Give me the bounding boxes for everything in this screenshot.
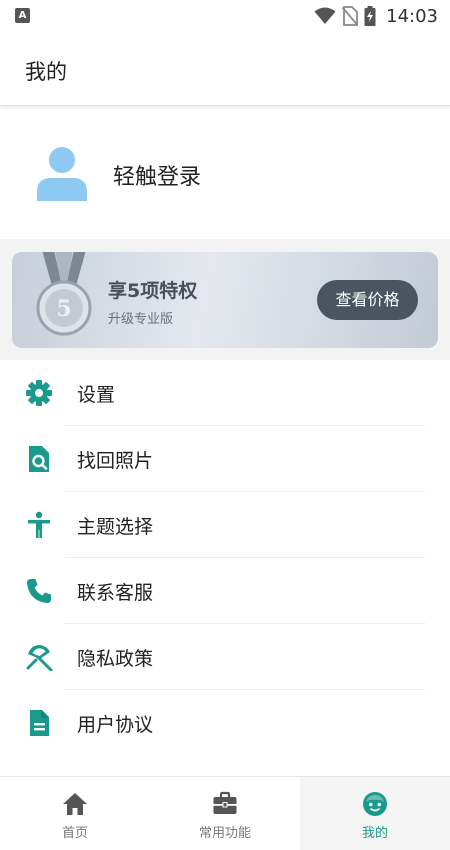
menu-label: 用户协议 xyxy=(77,714,154,736)
bottom-nav: 首页 常用功能 我的 xyxy=(0,776,450,850)
vip-card[interactable]: 5 享5项特权 升级专业版 查看价格 xyxy=(12,252,438,348)
nav-item-home[interactable]: 首页 xyxy=(0,777,150,850)
briefcase-icon xyxy=(213,791,237,814)
menu-label: 隐私政策 xyxy=(77,648,154,670)
settings-menu: 设置 找回照片 主题选择 联系客服 隐私政策 用户协议 xyxy=(0,360,450,756)
status-indicators: 14:03 xyxy=(314,4,438,28)
vip-title: 享5项特权 xyxy=(108,280,198,302)
login-label: 轻触登录 xyxy=(113,165,202,190)
gear-icon xyxy=(26,380,52,406)
menu-label: 联系客服 xyxy=(77,582,154,604)
wifi-icon xyxy=(314,7,336,24)
vip-subtitle: 升级专业版 xyxy=(108,312,174,327)
home-icon xyxy=(63,793,87,815)
no-sim-icon xyxy=(342,6,359,26)
menu-label: 找回照片 xyxy=(77,450,154,472)
vip-section: 5 享5项特权 升级专业版 查看价格 xyxy=(0,239,450,360)
login-row[interactable]: 轻触登录 xyxy=(0,107,450,239)
accessibility-icon xyxy=(28,511,50,538)
nav-item-mine[interactable]: 我的 xyxy=(300,777,450,850)
menu-item-customer-service[interactable]: 联系客服 xyxy=(0,558,450,624)
status-bar: A 14:03 xyxy=(0,0,450,34)
menu-item-recover-photos[interactable]: 找回照片 xyxy=(0,426,450,492)
menu-label: 主题选择 xyxy=(77,516,154,538)
phone-icon xyxy=(27,579,51,603)
nav-label: 常用功能 xyxy=(198,826,251,841)
face-icon xyxy=(363,792,387,816)
nav-label: 首页 xyxy=(61,826,88,841)
nav-label: 我的 xyxy=(361,826,388,841)
clock: 14:03 xyxy=(386,5,438,27)
menu-item-settings[interactable]: 设置 xyxy=(0,360,450,426)
avatar-icon xyxy=(37,147,87,201)
notification-icon: A xyxy=(15,8,30,23)
menu-item-user-agreement[interactable]: 用户协议 xyxy=(0,690,450,756)
view-price-button[interactable]: 查看价格 xyxy=(317,280,418,320)
file-search-icon xyxy=(29,446,49,472)
umbrella-icon xyxy=(26,645,53,671)
menu-item-theme[interactable]: 主题选择 xyxy=(0,492,450,558)
menu-item-privacy-policy[interactable]: 隐私政策 xyxy=(0,624,450,690)
medal-number: 5 xyxy=(56,296,71,322)
medal-icon: 5 xyxy=(36,252,92,336)
nav-item-common-functions[interactable]: 常用功能 xyxy=(150,777,300,850)
menu-label: 设置 xyxy=(77,384,116,406)
page-title: 我的 xyxy=(25,60,67,84)
app-header: 我的 xyxy=(0,34,450,106)
battery-charging-icon xyxy=(364,6,376,26)
document-icon xyxy=(30,710,49,736)
